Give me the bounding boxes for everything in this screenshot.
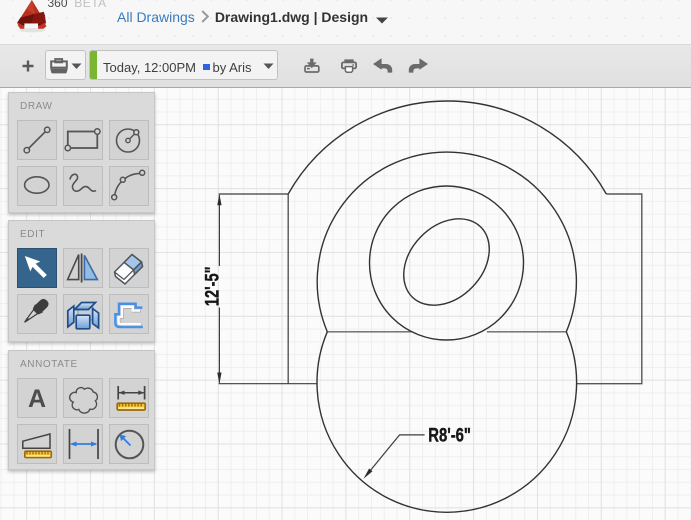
svg-text:R8'-6": R8'-6" bbox=[428, 423, 471, 446]
svg-text:A: A bbox=[28, 385, 46, 413]
svg-text:12'-5": 12'-5" bbox=[201, 266, 224, 306]
